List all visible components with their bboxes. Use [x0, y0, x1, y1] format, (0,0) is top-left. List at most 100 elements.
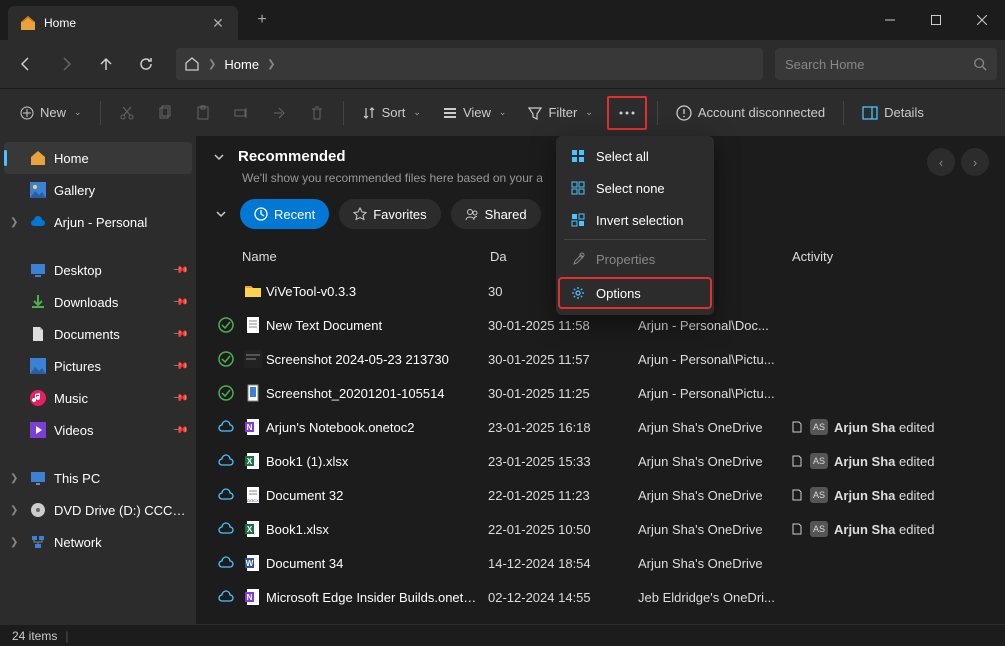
file-row[interactable]: DOCX Document 32 22-01-2025 11:23 Arjun … [212, 478, 989, 512]
paste-button[interactable] [187, 97, 219, 129]
menu-properties: Properties [560, 243, 710, 275]
file-row[interactable]: Screenshot_20201201-105514 30-01-2025 11… [212, 376, 989, 410]
section-title: Recommended [238, 148, 346, 165]
file-row[interactable]: X Book1.xlsx 22-01-2025 10:50 Arjun Sha'… [212, 512, 989, 546]
sidebar-item-downloads[interactable]: Downloads 📌 [0, 286, 196, 318]
file-name: Microsoft Edge Insider Builds.oneto... [266, 590, 488, 605]
search-input[interactable]: Search Home [775, 48, 997, 80]
chevron-down-icon[interactable] [212, 207, 230, 221]
sidebar-item-home[interactable]: Home [4, 142, 192, 174]
maximize-button[interactable] [913, 0, 959, 40]
minimize-button[interactable] [867, 0, 913, 40]
new-button[interactable]: New ⌄ [12, 97, 90, 129]
sidebar-item-pictures[interactable]: Pictures 📌 [0, 350, 196, 382]
chevron-right-icon: ❯ [208, 59, 216, 70]
close-button[interactable] [959, 0, 1005, 40]
file-type-icon [240, 384, 266, 402]
sort-button[interactable]: Sort ⌄ [354, 97, 429, 129]
delete-button[interactable] [301, 97, 333, 129]
onedrive-icon [30, 214, 46, 230]
back-button[interactable] [8, 46, 44, 82]
sidebar-item-network[interactable]: ❯ Network [0, 526, 196, 558]
file-row[interactable]: N Arjun's Notebook.onetoc2 23-01-2025 16… [212, 410, 989, 444]
column-activity[interactable]: Activity [792, 249, 989, 264]
file-name: Book1 (1).xlsx [266, 454, 488, 469]
svg-text:N: N [247, 423, 253, 432]
menu-select-all[interactable]: Select all [560, 140, 710, 172]
pin-icon: 📌 [171, 294, 188, 311]
sidebar-item-music[interactable]: Music 📌 [0, 382, 196, 414]
filter-button[interactable]: Filter ⌄ [520, 97, 600, 129]
svg-text:DOCX: DOCX [247, 498, 259, 503]
tab-home[interactable]: Home ✕ [8, 6, 238, 40]
sidebar-item-personal[interactable]: ❯ Arjun - Personal [0, 206, 196, 238]
next-button[interactable]: › [961, 148, 989, 176]
file-icon [790, 454, 804, 468]
sidebar-item-dvd[interactable]: ❯ DVD Drive (D:) CCCOMA_ [0, 494, 196, 526]
pin-icon: 📌 [171, 326, 188, 343]
pill-shared[interactable]: Shared [451, 199, 541, 229]
chevron-right-icon[interactable]: ❯ [10, 473, 22, 484]
main: Home Gallery ❯ Arjun - Personal Desktop … [0, 136, 1005, 624]
breadcrumb-current[interactable]: Home [224, 57, 259, 72]
file-location: Arjun Sha's OneDrive [638, 454, 790, 469]
file-location: Arjun Sha's OneDrive [638, 522, 790, 537]
copy-button[interactable] [149, 97, 181, 129]
pill-recent[interactable]: Recent [240, 199, 329, 229]
sidebar-item-desktop[interactable]: Desktop 📌 [0, 254, 196, 286]
tab-close-icon[interactable]: ✕ [210, 15, 226, 31]
file-row[interactable]: N Microsoft Edge Insider Builds.oneto...… [212, 580, 989, 614]
rename-button[interactable] [225, 97, 257, 129]
view-button[interactable]: View ⌄ [435, 97, 515, 129]
home-icon [30, 150, 46, 166]
sidebar-item-gallery[interactable]: Gallery [0, 174, 196, 206]
account-button[interactable]: Account disconnected [668, 97, 833, 129]
file-location: Arjun Sha's OneDrive [638, 556, 790, 571]
file-row[interactable]: Screenshot 2024-05-23 213730 30-01-2025 … [212, 342, 989, 376]
pill-favorites[interactable]: Favorites [339, 199, 440, 229]
chevron-down-icon[interactable] [212, 150, 226, 164]
refresh-button[interactable] [128, 46, 164, 82]
status-icon [212, 351, 240, 367]
svg-text:W: W [246, 559, 254, 568]
sidebar-item-thispc[interactable]: ❯ This PC [0, 462, 196, 494]
chevron-right-icon[interactable]: ❯ [10, 537, 22, 548]
sidebar-item-videos[interactable]: Videos 📌 [0, 414, 196, 446]
home-icon [184, 56, 200, 72]
chevron-right-icon[interactable]: ❯ [10, 505, 22, 516]
chevron-down-icon: ⌄ [413, 107, 421, 118]
status-icon [212, 555, 240, 571]
music-icon [30, 390, 46, 406]
file-date: 23-01-2025 15:33 [488, 454, 638, 469]
menu-select-none[interactable]: Select none [560, 172, 710, 204]
file-row[interactable]: W Document 34 14-12-2024 18:54 Arjun Sha… [212, 546, 989, 580]
details-button[interactable]: Details [854, 97, 932, 129]
new-tab-button[interactable]: + [246, 4, 278, 36]
file-icon [790, 420, 804, 434]
column-name[interactable]: Name [242, 249, 490, 264]
search-icon [973, 57, 987, 71]
up-button[interactable] [88, 46, 124, 82]
user-badge: AS [810, 419, 828, 435]
chevron-right-icon[interactable]: ❯ [10, 217, 22, 228]
navbar: ❯ Home ❯ Search Home [0, 40, 1005, 88]
forward-button[interactable] [48, 46, 84, 82]
menu-invert-selection[interactable]: Invert selection [560, 204, 710, 236]
more-button[interactable] [607, 96, 647, 130]
properties-icon [570, 251, 586, 267]
pin-icon: 📌 [171, 390, 188, 407]
status-icon [212, 385, 240, 401]
prev-button[interactable]: ‹ [927, 148, 955, 176]
file-name: Book1.xlsx [266, 522, 488, 537]
breadcrumb[interactable]: ❯ Home ❯ [176, 48, 763, 80]
file-location: Arjun - Personal\Doc... [638, 318, 790, 333]
file-date: 02-12-2024 14:55 [488, 590, 638, 605]
menu-options[interactable]: Options [558, 277, 712, 309]
cut-button[interactable] [111, 97, 143, 129]
share-button[interactable] [263, 97, 295, 129]
pin-icon: 📌 [171, 422, 188, 439]
gallery-icon [30, 182, 46, 198]
file-row[interactable]: X Book1 (1).xlsx 23-01-2025 15:33 Arjun … [212, 444, 989, 478]
sidebar-item-documents[interactable]: Documents 📌 [0, 318, 196, 350]
file-location: Arjun - Personal\Pictu... [638, 386, 790, 401]
